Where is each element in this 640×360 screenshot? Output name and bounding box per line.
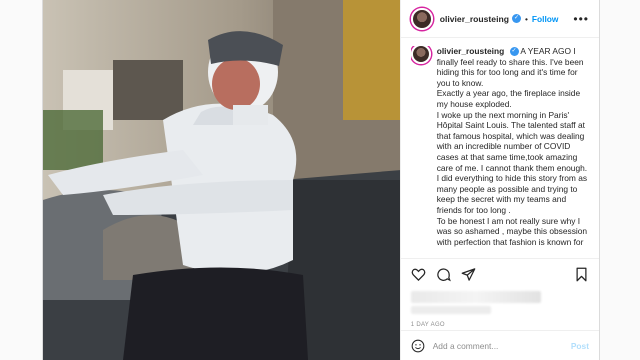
likes-detail-blurred (410, 306, 491, 314)
heart-icon[interactable] (411, 267, 426, 282)
avatar[interactable] (410, 7, 433, 30)
post-sidebar: olivier_rousteing ✓ • Follow ••• olivier… (399, 0, 599, 360)
comment-icon[interactable] (436, 267, 451, 282)
comment-bar: Add a comment... Post (400, 330, 599, 360)
more-options-icon[interactable]: ••• (573, 12, 589, 26)
caption-text: olivier_rousteing ✓ A YEAR AGO I finally… (437, 46, 593, 250)
action-bar: 1 DAY AGO (400, 258, 599, 328)
follow-button[interactable]: Follow (532, 14, 559, 24)
post-caption: olivier_rousteing ✓ A YEAR AGO I finally… (410, 46, 593, 250)
caption-paragraph: Exactly a year ago, the fireplace inside… (436, 88, 581, 109)
verified-badge-icon: ✓ (509, 47, 519, 57)
post-photo[interactable] (43, 0, 400, 360)
separator-dot: • (524, 13, 528, 24)
post-header: olivier_rousteing ✓ • Follow ••• (400, 0, 599, 38)
verified-badge-icon: ✓ (511, 14, 521, 23)
action-icons (411, 265, 589, 283)
post-timestamp[interactable]: 1 DAY AGO (411, 322, 589, 328)
emoji-icon[interactable] (411, 339, 425, 353)
caption-paragraph: I did everything to hide this story from… (436, 173, 588, 215)
caption-first-line: olivier_rousteing ✓ A YEAR AGO I finally… (437, 46, 593, 88)
bookmark-icon[interactable] (574, 267, 589, 282)
caption-paragraph: To be honest I am not really sure why I … (436, 215, 588, 247)
likes-count-blurred (410, 291, 541, 303)
share-icon[interactable] (461, 267, 476, 282)
caption-username[interactable]: olivier_rousteing (437, 46, 504, 56)
instagram-screen: olivier_rousteing ✓ • Follow ••• olivier… (0, 0, 640, 360)
post-comment-button[interactable]: Post (571, 341, 589, 351)
caption-paragraph: I woke up the next morning in Paris' Hôp… (436, 109, 588, 173)
comment-input[interactable]: Add a comment... (433, 341, 571, 351)
photo-illustration (43, 0, 400, 360)
caption-title: A YEAR AGO (520, 46, 571, 56)
username-link[interactable]: olivier_rousteing (440, 14, 509, 24)
post-modal: olivier_rousteing ✓ • Follow ••• olivier… (42, 0, 600, 360)
caption-avatar[interactable] (410, 46, 431, 64)
